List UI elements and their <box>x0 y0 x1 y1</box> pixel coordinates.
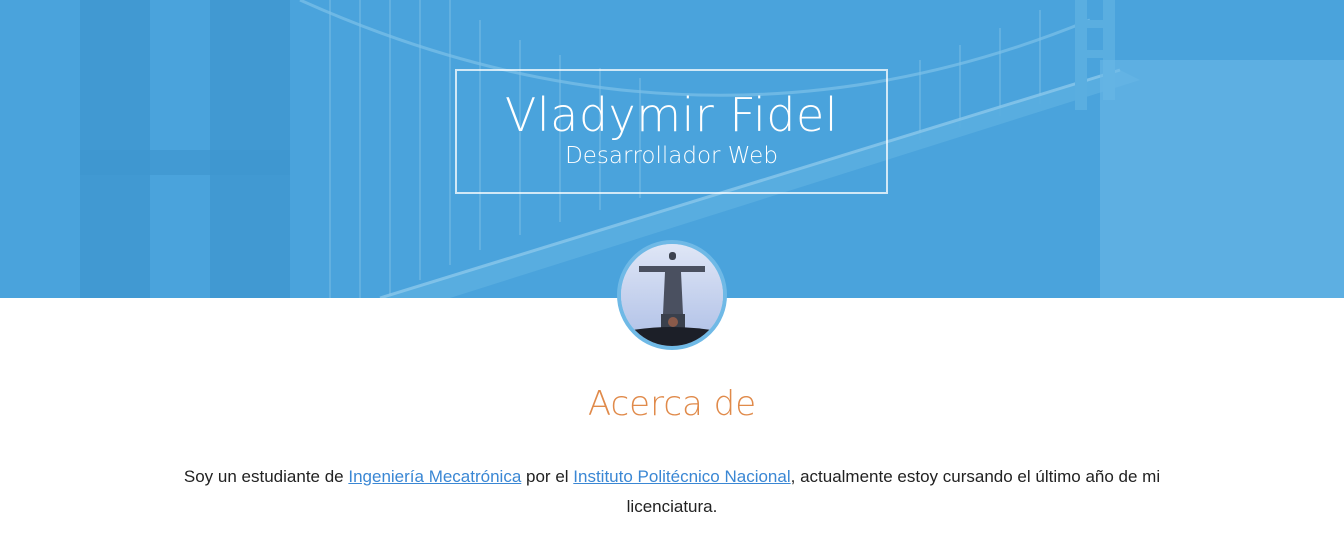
hero-name: Vladymir Fidel <box>504 88 839 142</box>
avatar <box>617 240 727 350</box>
hero-role: Desarrollador Web <box>565 143 778 169</box>
section-title-about: Acerca de <box>587 384 757 424</box>
link-instituto-politecnico[interactable]: Instituto Politécnico Nacional <box>573 467 790 486</box>
profile-photo-icon <box>621 244 723 346</box>
about-text-before: Soy un estudiante de <box>183 467 349 486</box>
link-ingenieria-mecatronica[interactable]: Ingeniería Mecatrónica <box>348 467 521 486</box>
about-paragraph: Soy un estudiante de Ingeniería Mecatrón… <box>172 462 1172 522</box>
about-text-middle: por el <box>521 467 574 486</box>
hero-title-box: Vladymir Fidel Desarrollador Web <box>455 69 888 194</box>
